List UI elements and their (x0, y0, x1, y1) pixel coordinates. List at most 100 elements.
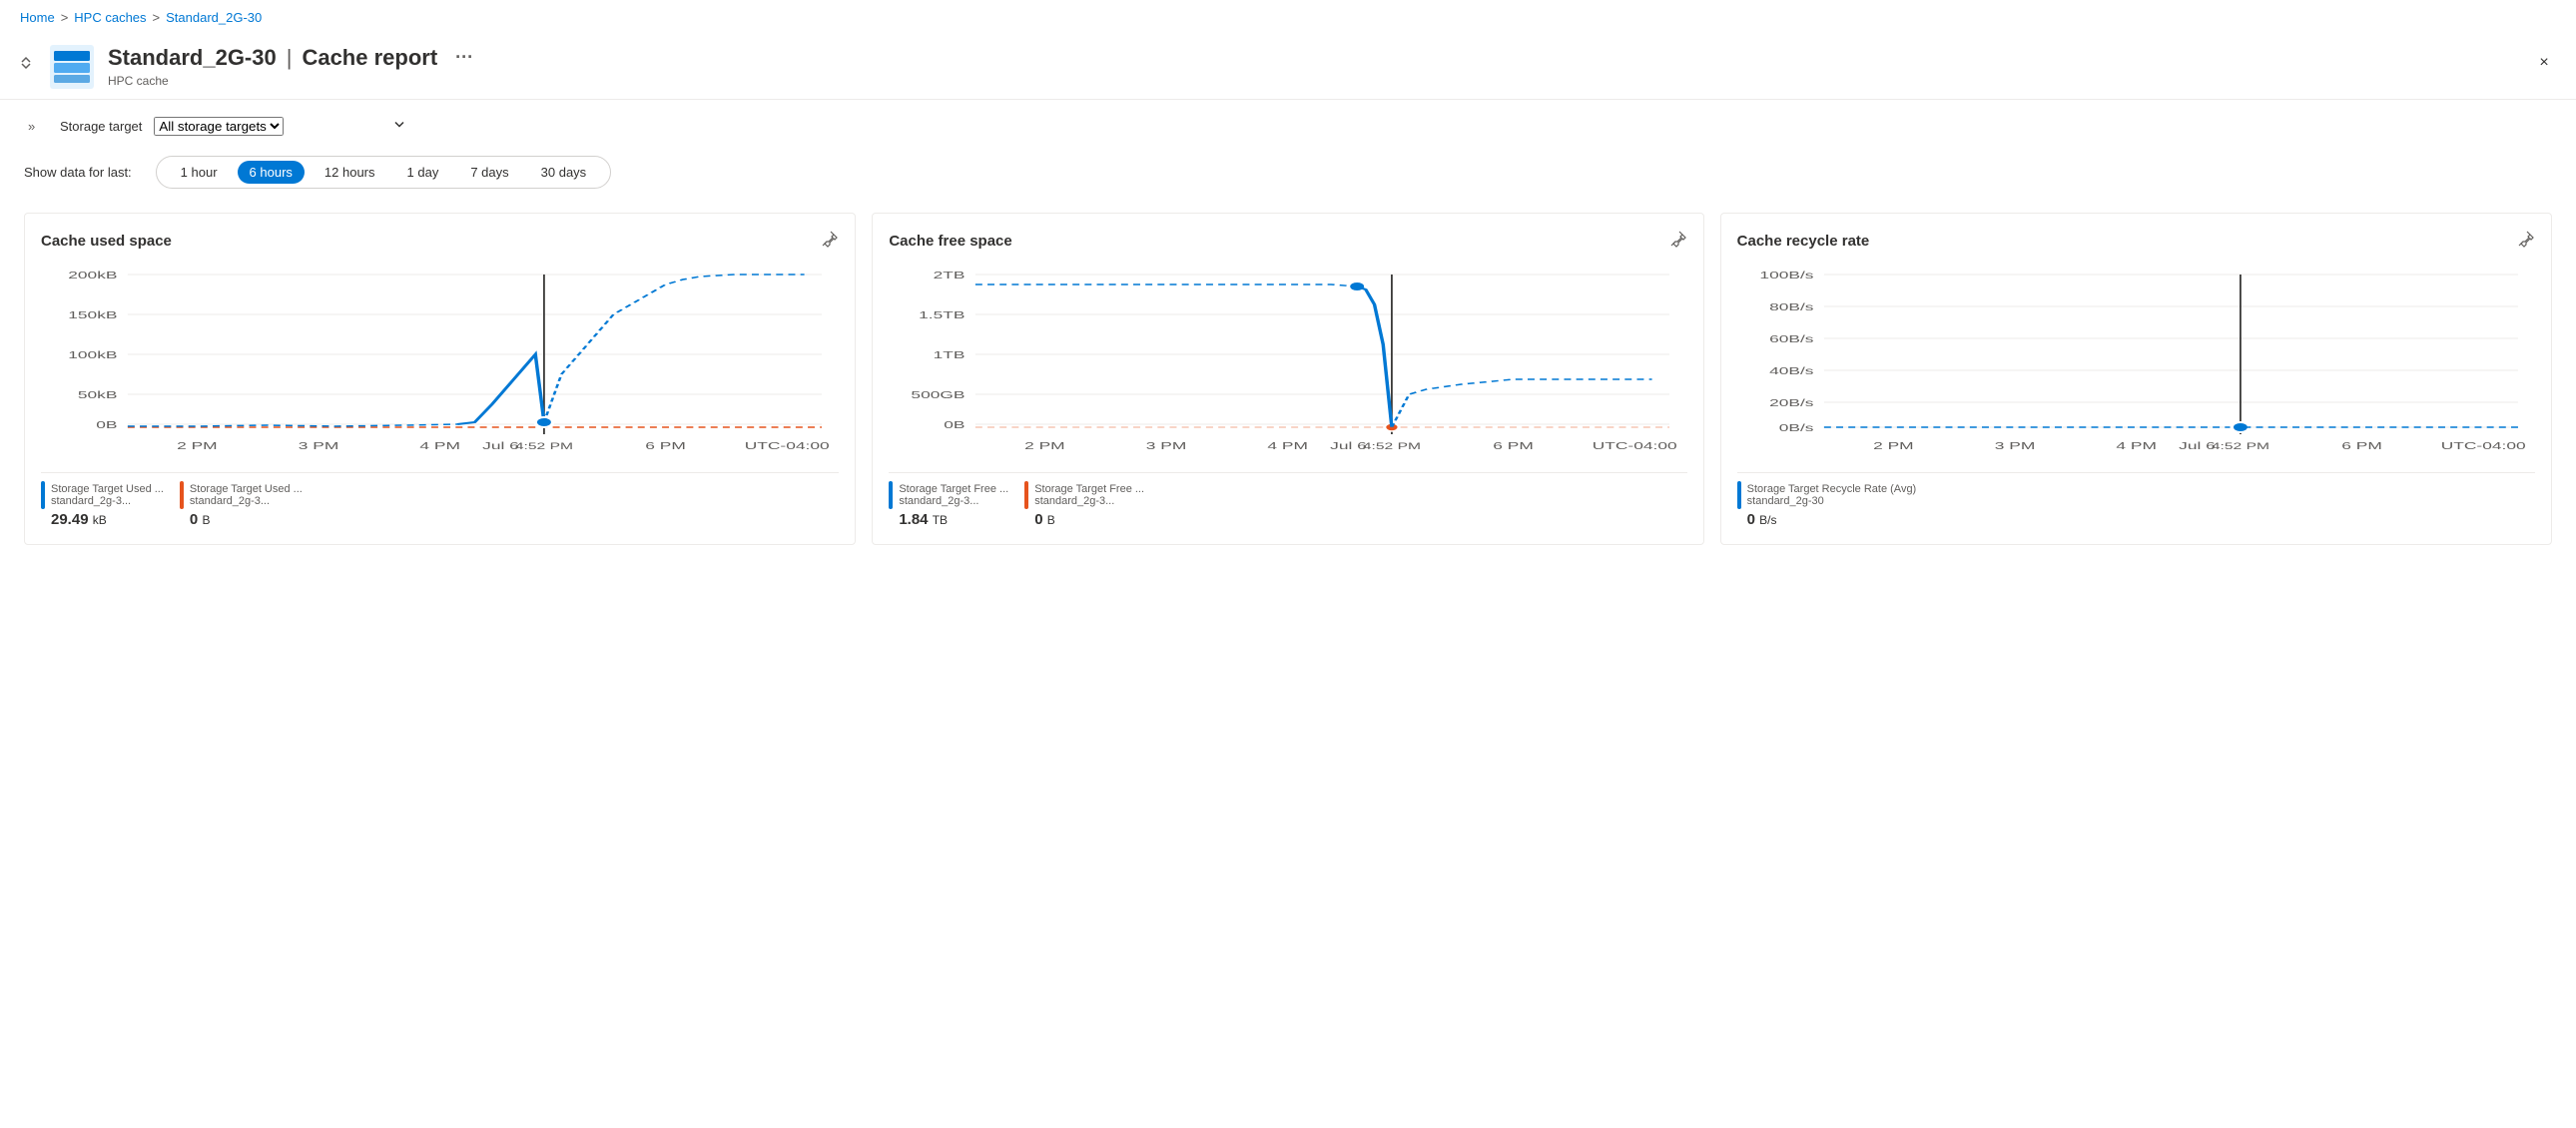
legend-free-orange-text: Storage Target Free ... standard_2g-3... (1034, 483, 1144, 507)
chart-free-area: 2TB 1.5TB 1TB 500GB 0B 2 PM 3 PM 4 PM Ju… (889, 265, 1686, 464)
chart-recycle-svg: 100B/s 80B/s 60B/s 40B/s 20B/s 0B/s 2 PM… (1737, 265, 2535, 464)
legend-used-blue-value: 29.49 kB (51, 511, 164, 528)
svg-text:3 PM: 3 PM (1146, 441, 1187, 452)
breadcrumb-sep-2: > (153, 10, 161, 25)
svg-text:100B/s: 100B/s (1759, 271, 1813, 282)
time-filter-label: Show data for last: (24, 165, 132, 180)
svg-text:1.5TB: 1.5TB (919, 310, 965, 321)
svg-text:3 PM: 3 PM (1994, 441, 2035, 452)
legend-used-blue: Storage Target Used ... standard_2g-3...… (41, 481, 164, 528)
chart-recycle-title: Cache recycle rate (1737, 233, 1870, 250)
legend-used-blue-header: Storage Target Used ... standard_2g-3... (41, 481, 164, 509)
storage-dropdown-wrapper: All storage targets (154, 117, 413, 136)
legend-recycle-blue-value: 0 B/s (1747, 511, 1917, 528)
content-area: » Storage target All storage targets Sho… (0, 100, 2576, 561)
legend-free-blue-text: Storage Target Free ... standard_2g-3... (899, 483, 1008, 507)
svg-text:20B/s: 20B/s (1769, 398, 1813, 409)
header-bar: Standard_2G-30 | Cache report ··· HPC ca… (0, 35, 2576, 100)
legend-recycle-blue-bar (1737, 481, 1741, 509)
legend-used-orange: Storage Target Used ... standard_2g-3...… (180, 481, 303, 528)
pin-recycle-icon[interactable] (2517, 230, 2535, 253)
svg-text:100kB: 100kB (68, 350, 117, 361)
time-option-6hours[interactable]: 6 hours (238, 161, 305, 184)
more-options-button[interactable]: ··· (447, 43, 481, 72)
chart-cache-free-space: Cache free space 2TB 1.5TB 1TB (872, 213, 1703, 545)
legend-used-orange-header: Storage Target Used ... standard_2g-3... (180, 481, 303, 509)
chart-used-title-row: Cache used space (41, 230, 839, 253)
legend-recycle-blue-text: Storage Target Recycle Rate (Avg) standa… (1747, 483, 1917, 507)
breadcrumb: Home > HPC caches > Standard_2G-30 (0, 0, 2576, 35)
time-filter: Show data for last: 1 hour 6 hours 12 ho… (24, 156, 2552, 189)
legend-used-orange-name: Storage Target Used ... (190, 483, 303, 495)
time-option-30days[interactable]: 30 days (529, 161, 599, 184)
legend-used-orange-text: Storage Target Used ... standard_2g-3... (190, 483, 303, 507)
svg-text:2 PM: 2 PM (1024, 441, 1065, 452)
page-title: Standard_2G-30 | Cache report ··· (108, 43, 2560, 72)
legend-used-blue-text: Storage Target Used ... standard_2g-3... (51, 483, 164, 507)
svg-text:3 PM: 3 PM (299, 441, 339, 452)
pin-used-icon[interactable] (821, 230, 839, 253)
breadcrumb-hpc-caches[interactable]: HPC caches (74, 10, 146, 25)
legend-free-blue-subname: standard_2g-3... (899, 495, 1008, 507)
chart-free-legend: Storage Target Free ... standard_2g-3...… (889, 472, 1686, 528)
svg-text:2 PM: 2 PM (177, 441, 218, 452)
chart-used-area: 200kB 150kB 100kB 50kB 0B 2 PM 3 PM 4 PM… (41, 265, 839, 464)
legend-free-orange: Storage Target Free ... standard_2g-3...… (1024, 481, 1144, 528)
time-option-7days[interactable]: 7 days (458, 161, 520, 184)
resource-icon (48, 43, 96, 91)
time-option-1hour[interactable]: 1 hour (169, 161, 230, 184)
svg-text:0B: 0B (945, 420, 966, 431)
pin-free-icon[interactable] (1669, 230, 1687, 253)
chart-cache-recycle-rate: Cache recycle rate 100B/s 80B/s (1720, 213, 2552, 545)
legend-free-blue-bar (889, 481, 893, 509)
breadcrumb-standard[interactable]: Standard_2G-30 (166, 10, 262, 25)
legend-used-blue-subname: standard_2g-3... (51, 495, 164, 507)
chart-cache-used-space: Cache used space 200kB 150kB 100kB (24, 213, 856, 545)
breadcrumb-home[interactable]: Home (20, 10, 55, 25)
storage-target-select[interactable]: All storage targets (154, 117, 284, 136)
chart-free-title-row: Cache free space (889, 230, 1686, 253)
svg-text:4 PM: 4 PM (419, 441, 460, 452)
svg-text:UTC-04:00: UTC-04:00 (745, 441, 830, 452)
legend-free-orange-header: Storage Target Free ... standard_2g-3... (1024, 481, 1144, 509)
resource-type: HPC cache (108, 74, 2560, 88)
chart-used-legend: Storage Target Used ... standard_2g-3...… (41, 472, 839, 528)
title-separator: | (287, 45, 293, 71)
legend-used-blue-bar (41, 481, 45, 509)
svg-text:200kB: 200kB (68, 271, 117, 282)
svg-text:4 PM: 4 PM (2116, 441, 2157, 452)
legend-recycle-blue-subname: standard_2g-30 (1747, 495, 1917, 507)
svg-text:0B: 0B (96, 420, 117, 431)
time-options-group: 1 hour 6 hours 12 hours 1 day 7 days 30 … (156, 156, 612, 189)
svg-text:UTC-04:00: UTC-04:00 (2440, 441, 2525, 452)
svg-text:4:52 PM: 4:52 PM (1363, 441, 1421, 452)
svg-text:Jul 6: Jul 6 (482, 441, 519, 452)
svg-text:6 PM: 6 PM (2341, 441, 2382, 452)
svg-text:1TB: 1TB (934, 350, 966, 361)
collapse-button[interactable] (12, 49, 40, 77)
chart-recycle-area: 100B/s 80B/s 60B/s 40B/s 20B/s 0B/s 2 PM… (1737, 265, 2535, 464)
svg-text:0B/s: 0B/s (1778, 423, 1813, 434)
legend-free-orange-subname: standard_2g-3... (1034, 495, 1144, 507)
legend-used-orange-subname: standard_2g-3... (190, 495, 303, 507)
close-button[interactable]: × (2528, 47, 2560, 79)
legend-free-blue-header: Storage Target Free ... standard_2g-3... (889, 481, 1008, 509)
svg-text:40B/s: 40B/s (1769, 366, 1813, 377)
legend-free-orange-value: 0 B (1034, 511, 1144, 528)
filter-expand-button[interactable]: » (24, 116, 44, 136)
legend-free-blue-value: 1.84 TB (899, 511, 1008, 528)
charts-row: Cache used space 200kB 150kB 100kB (24, 213, 2552, 545)
svg-text:4:52 PM: 4:52 PM (2211, 441, 2268, 452)
svg-text:»: » (28, 119, 35, 134)
svg-text:4:52 PM: 4:52 PM (515, 441, 573, 452)
legend-used-blue-name: Storage Target Used ... (51, 483, 164, 495)
resource-name: Standard_2G-30 (108, 45, 277, 71)
time-option-1day[interactable]: 1 day (395, 161, 451, 184)
legend-recycle-blue: Storage Target Recycle Rate (Avg) standa… (1737, 481, 1917, 528)
legend-free-orange-bar (1024, 481, 1028, 509)
legend-recycle-blue-header: Storage Target Recycle Rate (Avg) standa… (1737, 481, 1917, 509)
legend-recycle-blue-name: Storage Target Recycle Rate (Avg) (1747, 483, 1917, 495)
legend-free-orange-name: Storage Target Free ... (1034, 483, 1144, 495)
legend-used-orange-bar (180, 481, 184, 509)
time-option-12hours[interactable]: 12 hours (313, 161, 387, 184)
